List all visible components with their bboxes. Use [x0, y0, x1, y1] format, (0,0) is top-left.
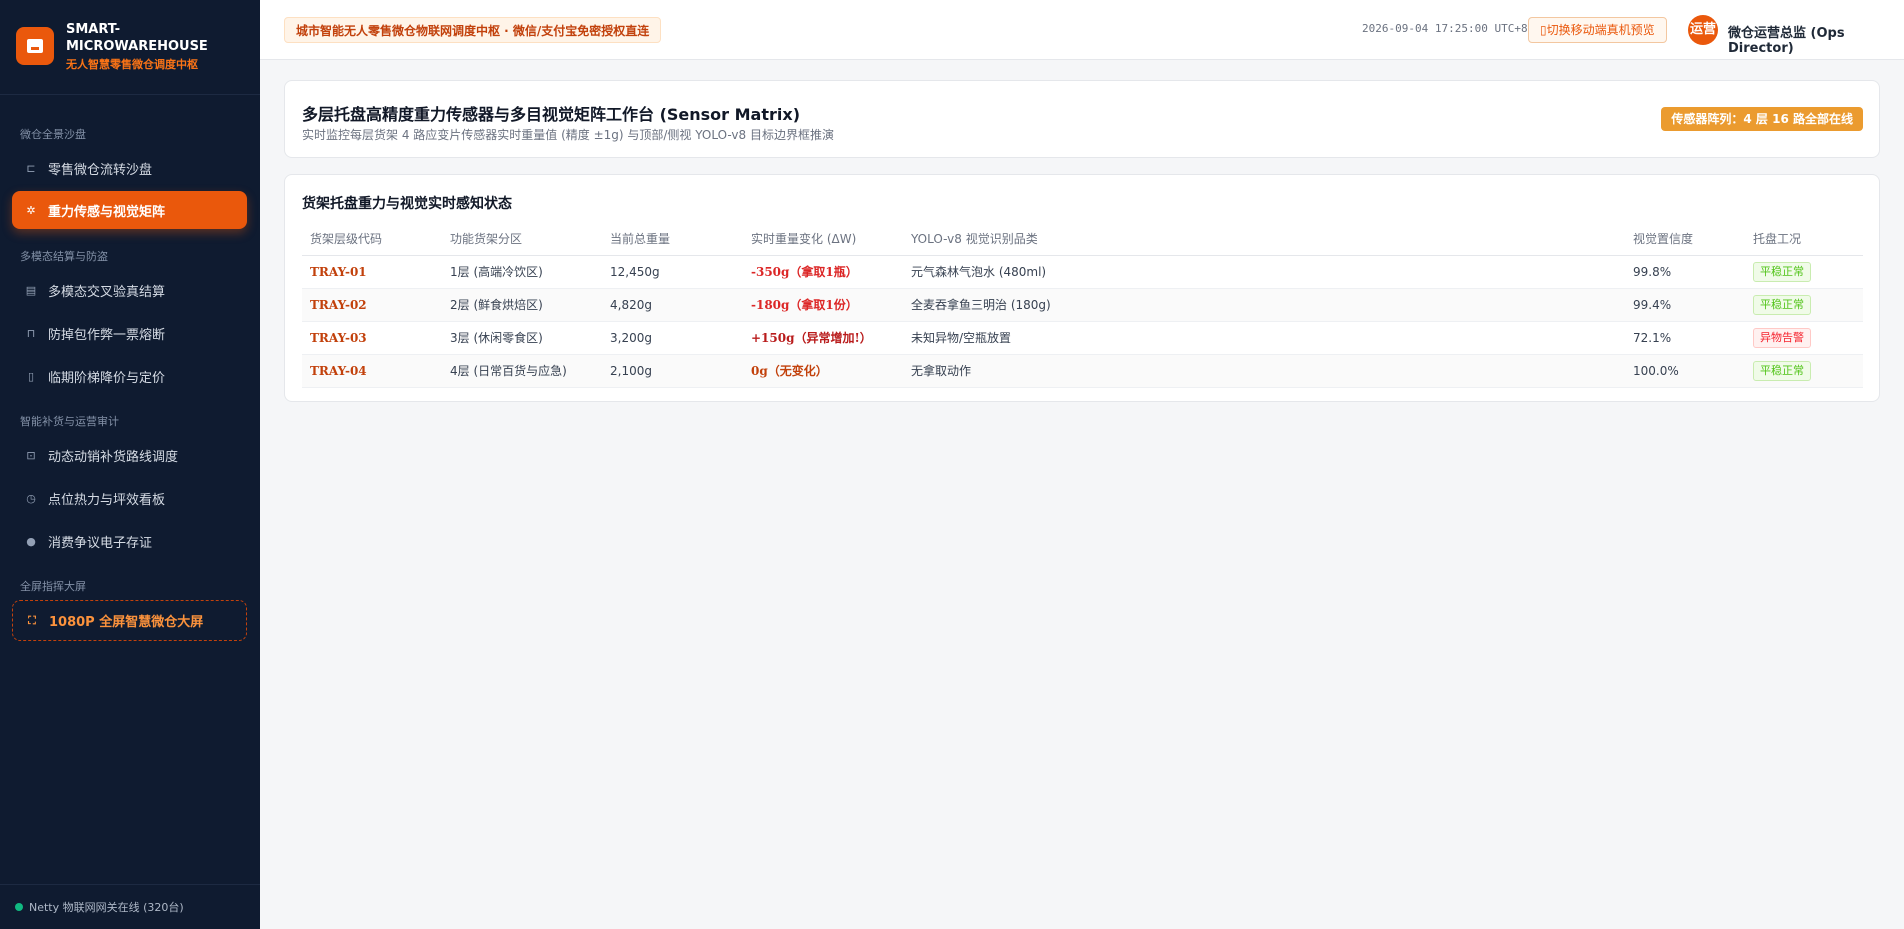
- sidebar-item-label: 防掉包作弊一票熔断: [48, 327, 166, 343]
- truck-icon: ⊡: [26, 448, 36, 462]
- table-row[interactable]: TRAY-03 3层 (休闲零食区) 3,200g +150g（异常增加!） 未…: [302, 321, 1863, 355]
- sidebar-item-label: 消费争议电子存证: [48, 535, 153, 551]
- vision-item: 全麦吞拿鱼三明治 (180g): [903, 288, 1625, 322]
- nav-group-replenish: 智能补货与运营审计: [20, 415, 119, 428]
- sidebar-item-pricing[interactable]: ▯ 临期阶梯降价与定价: [12, 357, 247, 395]
- weight-delta: -350g（拿取1瓶）: [751, 265, 858, 279]
- vision-confidence: 99.4%: [1625, 288, 1745, 322]
- status-badge: 平稳正常: [1753, 360, 1811, 381]
- system-banner: 城市智能无人零售微仓物联网调度中枢 · 微信/支付宝免密授权直连: [284, 17, 662, 43]
- tray-zone: 2层 (鲜食烘焙区): [442, 288, 602, 322]
- status-badge: 平稳正常: [1753, 294, 1811, 315]
- sidebar-item-label: 临期阶梯降价与定价: [48, 370, 166, 386]
- online-status-dot: [15, 903, 23, 911]
- column-header: 实时重量变化 (ΔW): [743, 223, 903, 256]
- sidebar-item-evidence[interactable]: ● 消费争议电子存证: [12, 522, 247, 560]
- mobile-phone-icon: ▯: [1540, 23, 1547, 37]
- clock-icon: ◷: [26, 491, 36, 505]
- status-badge: 异物告警: [1753, 327, 1811, 348]
- vision-confidence: 100.0%: [1625, 354, 1745, 388]
- column-header: 视觉置信度: [1625, 223, 1745, 256]
- sidebar-item-label: 1080P 全屏智慧微仓大屏: [49, 615, 204, 630]
- sensor-status-badge: 传感器阵列：4 层 16 路全部在线: [1661, 107, 1863, 131]
- sidebar: SMART-MICROWAREHOUSE 无人智慧零售微仓调度中枢 微仓全景沙盘…: [0, 0, 260, 929]
- brand: SMART-MICROWAREHOUSE 无人智慧零售微仓调度中枢: [0, 0, 260, 95]
- sidebar-item-heatmap[interactable]: ◷ 点位热力与坪效看板: [12, 479, 247, 517]
- nav-group-settlement: 多模态结算与防盗: [20, 250, 108, 263]
- tray-code: TRAY-02: [310, 297, 367, 312]
- vision-confidence: 99.8%: [1625, 255, 1745, 289]
- sidebar-item-label: 多模态交叉验真结算: [48, 284, 166, 300]
- status-badge: 平稳正常: [1753, 261, 1811, 282]
- sidebar-item-label: 点位热力与坪效看板: [48, 492, 166, 508]
- store-logo-icon: [16, 27, 54, 65]
- sidebar-item-flow-sandbox[interactable]: ⊏ 零售微仓流转沙盘: [12, 149, 247, 187]
- page-subtitle: 实时监控每层货架 4 路应变片传感器实时重量值 (精度 ±1g) 与顶部/侧视 …: [302, 128, 834, 142]
- tray-zone: 1层 (高端冷饮区): [442, 255, 602, 289]
- weight-delta: 0g（无变化）: [751, 364, 828, 378]
- gateway-status-text: Netty 物联网网关在线 (320台): [29, 901, 184, 914]
- current-datetime: 2026-09-04 17:25:00 UTC+8: [1362, 22, 1528, 35]
- mobile-preview-label: 切换移动端真机预览: [1546, 23, 1655, 37]
- gateway-status: Netty 物联网网关在线 (320台): [0, 884, 260, 929]
- vision-item: 未知异物/空瓶放置: [903, 321, 1625, 355]
- sidebar-item-fullscreen-dashboard[interactable]: ⛶ 1080P 全屏智慧微仓大屏: [12, 600, 247, 641]
- column-header: 当前总重量: [602, 223, 743, 256]
- tray-status-title: 货架托盘重力与视觉实时感知状态: [302, 196, 512, 212]
- nav-group-fullscreen: 全屏指挥大屏: [20, 580, 86, 593]
- brand-title: SMART-MICROWAREHOUSE: [66, 22, 208, 54]
- fullscreen-icon: ⛶: [28, 613, 36, 627]
- mobile-preview-button[interactable]: ▯切换移动端真机预览: [1528, 17, 1667, 43]
- tray-zone: 4层 (日常百货与应急): [442, 354, 602, 388]
- vision-item: 元气森林气泡水 (480ml): [903, 255, 1625, 289]
- tray-status-card: 货架托盘重力与视觉实时感知状态 货架层级代码 功能货架分区 当前总重量 实时重量…: [284, 174, 1880, 402]
- column-header: 货架层级代码: [302, 223, 442, 256]
- weight-delta: +150g（异常增加!）: [751, 331, 872, 345]
- table-row[interactable]: TRAY-01 1层 (高端冷饮区) 12,450g -350g（拿取1瓶） 元…: [302, 255, 1863, 289]
- nav-group-overview: 微仓全景沙盘: [20, 128, 86, 141]
- tray-weight: 2,100g: [602, 354, 743, 388]
- avatar[interactable]: 运营: [1688, 15, 1718, 45]
- tray-code: TRAY-04: [310, 363, 367, 378]
- sidebar-item-anti-fraud[interactable]: ⊓ 防掉包作弊一票熔断: [12, 314, 247, 352]
- tray-code: TRAY-01: [310, 264, 367, 279]
- column-header: YOLO-v8 视觉识别品类: [903, 223, 1625, 256]
- column-header: 托盘工况: [1745, 223, 1863, 256]
- tray-weight: 4,820g: [602, 288, 743, 322]
- lock-icon: ⊓: [26, 326, 36, 340]
- column-header: 功能货架分区: [442, 223, 602, 256]
- shopping-cart-icon: ⊏: [26, 161, 36, 175]
- table-header-row: 货架层级代码 功能货架分区 当前总重量 实时重量变化 (ΔW) YOLO-v8 …: [302, 223, 1863, 256]
- weight-delta: -180g（拿取1份）: [751, 298, 858, 312]
- brand-subtitle: 无人智慧零售微仓调度中枢: [66, 58, 198, 71]
- table-row[interactable]: TRAY-02 2层 (鲜食烘焙区) 4,820g -180g（拿取1份） 全麦…: [302, 288, 1863, 322]
- tray-zone: 3层 (休闲零食区): [442, 321, 602, 355]
- layers-icon: ▤: [25, 283, 37, 297]
- tray-weight: 12,450g: [602, 255, 743, 289]
- table-row[interactable]: TRAY-04 4层 (日常百货与应急) 2,100g 0g（无变化） 无拿取动…: [302, 354, 1863, 388]
- sensor-matrix-header-card: 多层托盘高精度重力传感器与多目视觉矩阵工作台 (Sensor Matrix) 实…: [284, 80, 1880, 158]
- tray-weight: 3,200g: [602, 321, 743, 355]
- tray-status-table: 货架层级代码 功能货架分区 当前总重量 实时重量变化 (ΔW) YOLO-v8 …: [302, 223, 1863, 388]
- sidebar-item-sensor-matrix[interactable]: ✲ 重力传感与视觉矩阵: [12, 191, 247, 229]
- sidebar-item-label: 重力传感与视觉矩阵: [48, 204, 166, 220]
- vision-confidence: 72.1%: [1625, 321, 1745, 355]
- page-title: 多层托盘高精度重力传感器与多目视觉矩阵工作台 (Sensor Matrix): [302, 105, 801, 124]
- sidebar-item-label: 动态动销补货路线调度: [48, 449, 179, 465]
- topbar: 城市智能无人零售微仓物联网调度中枢 · 微信/支付宝免密授权直连 2026-09…: [260, 0, 1904, 60]
- user-icon: ●: [26, 534, 36, 548]
- sidebar-item-route[interactable]: ⊡ 动态动销补货路线调度: [12, 436, 247, 474]
- clipboard-icon: ▯: [27, 369, 35, 383]
- user-name: 微仓运营总监 (Ops Director): [1728, 26, 1845, 56]
- sidebar-item-cross-verify[interactable]: ▤ 多模态交叉验真结算: [12, 271, 247, 309]
- sidebar-item-label: 零售微仓流转沙盘: [48, 162, 153, 178]
- vision-item: 无拿取动作: [903, 354, 1625, 388]
- tray-code: TRAY-03: [310, 330, 367, 345]
- gear-icon: ✲: [26, 203, 36, 217]
